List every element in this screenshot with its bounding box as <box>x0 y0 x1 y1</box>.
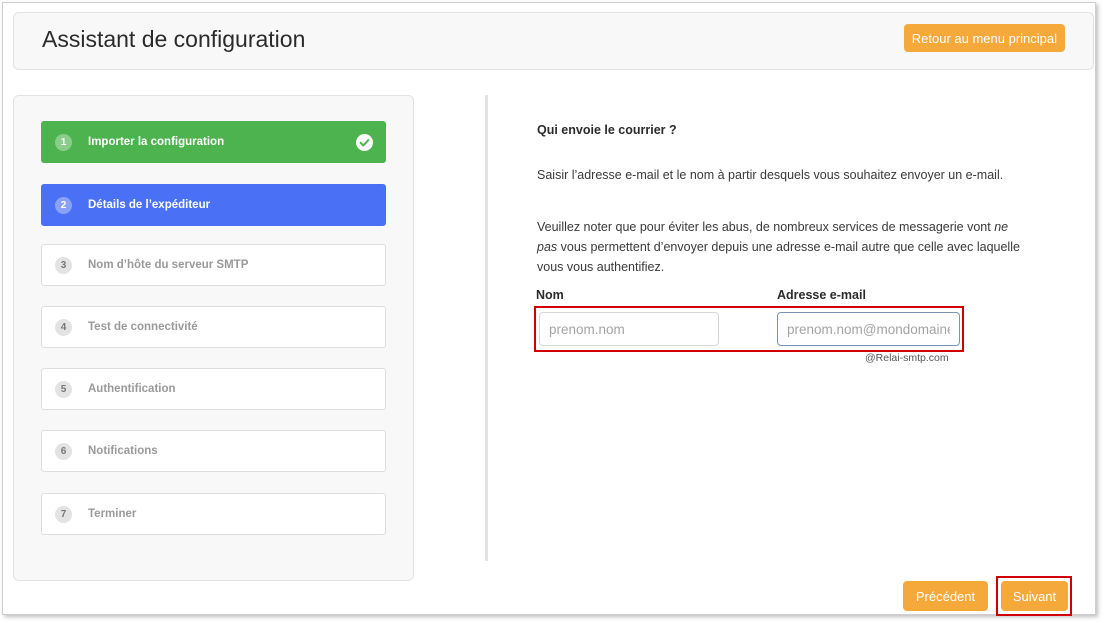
wizard-window: Assistant de configuration Retour au men… <box>2 2 1096 616</box>
page-title: Assistant de configuration <box>42 26 306 52</box>
step-sender-details[interactable]: 2 Détails de l’expéditeur <box>41 184 386 226</box>
previous-button[interactable]: Précédent <box>903 581 988 611</box>
header-bar: Assistant de configuration Retour au men… <box>13 12 1094 70</box>
sender-details-form: Qui envoie le courrier ? Saisir l’adress… <box>537 115 1027 274</box>
check-circle-icon <box>356 134 373 151</box>
step-label: Nom d’hôte du serveur SMTP <box>88 259 249 271</box>
next-button[interactable]: Suivant <box>1001 581 1068 611</box>
step-label: Terminer <box>88 508 137 520</box>
email-input[interactable] <box>777 312 960 346</box>
steps-sidebar: 1 Importer la configuration 2 Détails de… <box>13 95 414 581</box>
notice-text-start: Veuillez noter que pour éviter les abus,… <box>537 220 995 234</box>
back-to-main-menu-button[interactable]: Retour au menu principal <box>903 24 1065 52</box>
section-title: Qui envoie le courrier ? <box>537 123 677 137</box>
abuse-notice-paragraph: Veuillez noter que pour éviter les abus,… <box>537 217 1027 277</box>
step-number: 1 <box>55 133 72 151</box>
step-number: 2 <box>55 196 72 214</box>
vertical-divider <box>485 95 488 561</box>
step-label: Détails de l’expéditeur <box>88 199 211 211</box>
step-number: 4 <box>55 318 72 336</box>
step-number: 7 <box>55 505 72 523</box>
step-authentication[interactable]: 5 Authentification <box>41 368 386 410</box>
name-label: Nom <box>536 288 564 302</box>
step-number: 5 <box>55 380 72 398</box>
step-connectivity-test[interactable]: 4 Test de connectivité <box>41 306 386 348</box>
step-number: 3 <box>55 256 72 274</box>
intro-paragraph: Saisir l’adresse e-mail et le nom à part… <box>537 168 1004 182</box>
step-label: Authentification <box>88 383 176 395</box>
step-finish[interactable]: 7 Terminer <box>41 493 386 535</box>
notice-text-end: vous permettent d’envoyer depuis une adr… <box>537 240 1020 274</box>
domain-suffix-hint: @Relai-smtp.com <box>865 352 949 364</box>
step-label: Importer la configuration <box>88 136 225 148</box>
step-smtp-hostname[interactable]: 3 Nom d’hôte du serveur SMTP <box>41 244 386 286</box>
step-notifications[interactable]: 6 Notifications <box>41 430 386 472</box>
name-input[interactable] <box>539 312 719 346</box>
step-label: Test de connectivité <box>88 321 198 333</box>
email-label: Adresse e-mail <box>777 288 866 302</box>
step-label: Notifications <box>88 445 158 457</box>
step-import-config[interactable]: 1 Importer la configuration <box>41 121 386 163</box>
step-number: 6 <box>55 442 72 460</box>
